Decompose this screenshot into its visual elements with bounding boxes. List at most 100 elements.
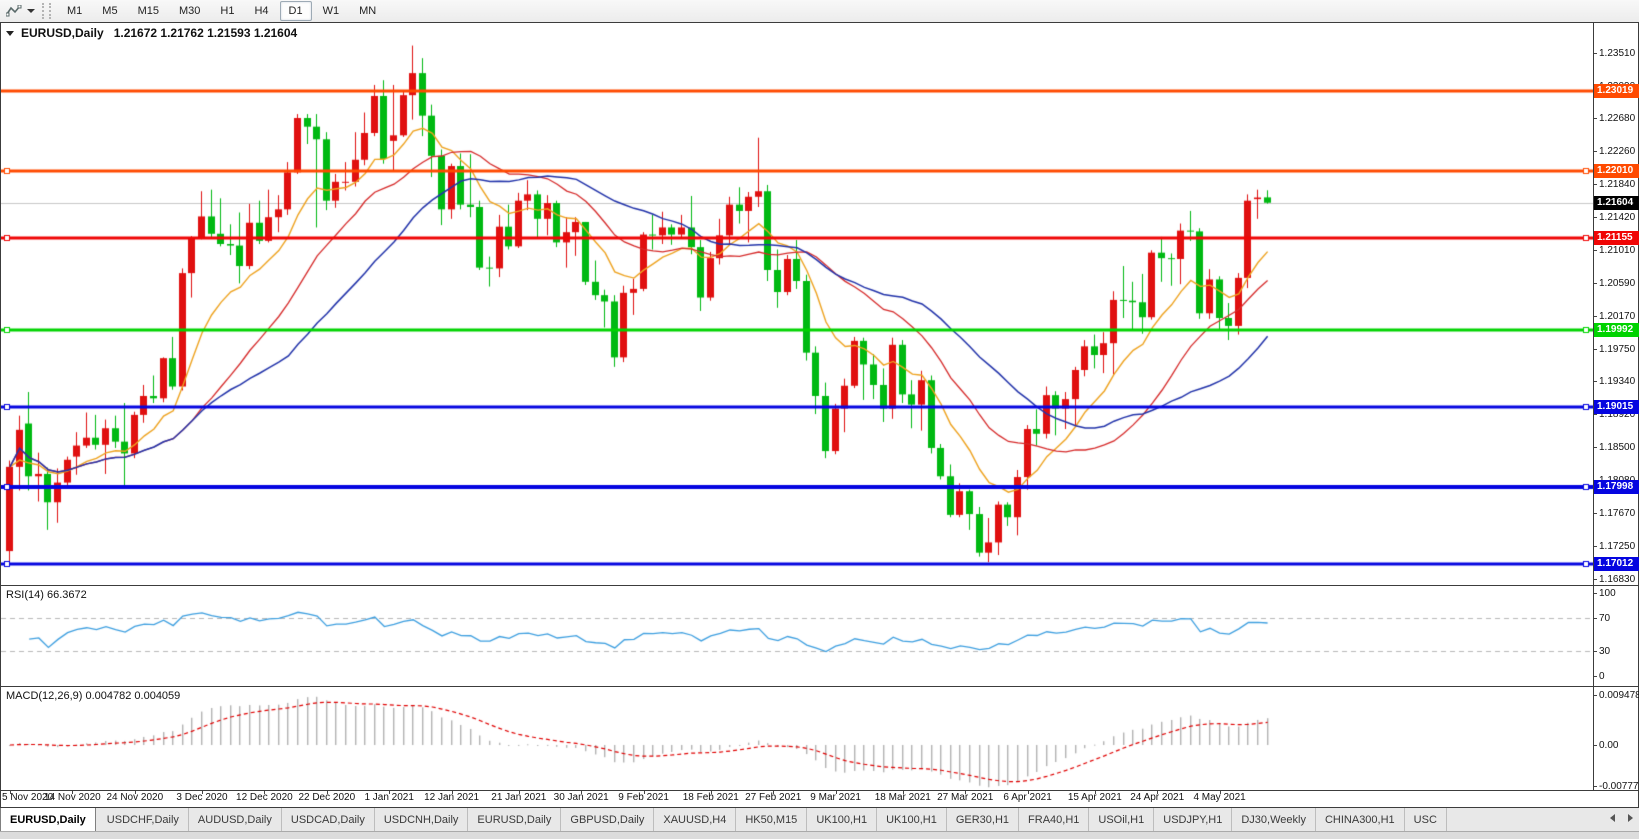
rsi-axis-tick-mark <box>1594 676 1597 677</box>
chart-tab-1[interactable]: USDCHF,Daily <box>98 808 189 832</box>
date-axis-label: 24 Apr 2021 <box>1117 792 1197 803</box>
current-price-tag: 1.21604 <box>1594 196 1639 210</box>
chart-tool-icon[interactable] <box>4 3 24 19</box>
collapse-caret-icon[interactable] <box>6 31 14 36</box>
price-axis-tick: 1.18500 <box>1599 442 1635 453</box>
price-axis-tick-mark <box>1594 151 1597 152</box>
price-line-tag-1.17012: 1.17012 <box>1594 557 1639 571</box>
timeframe-buttons: M1M5M15M30H1H4D1W1MN <box>57 1 386 21</box>
timeframe-button-h4[interactable]: H4 <box>245 1 277 21</box>
chart-tab-13[interactable]: USOil,H1 <box>1089 808 1154 832</box>
price-axis-tick: 1.22680 <box>1599 113 1635 124</box>
chart-tab-5[interactable]: EURUSD,Daily <box>468 808 561 832</box>
chart-tab-9[interactable]: UK100,H1 <box>807 808 877 832</box>
date-axis-tick-mark <box>903 791 904 794</box>
date-axis-label: 30 Jan 2021 <box>541 792 621 803</box>
timeframe-button-mn[interactable]: MN <box>350 1 385 21</box>
date-axis-tick-mark <box>327 791 328 794</box>
chart-tab-10[interactable]: UK100,H1 <box>877 808 947 832</box>
price-axis-tick-mark <box>1594 480 1597 481</box>
date-axis-label: 18 Feb 2021 <box>671 792 751 803</box>
price-axis-tick: 1.18080 <box>1599 475 1635 486</box>
date-axis-label: 9 Mar 2021 <box>796 792 876 803</box>
price-axis-tick-mark <box>1594 250 1597 251</box>
rsi-axis-tick: 30 <box>1599 646 1610 657</box>
date-axis-label: 21 Jan 2021 <box>479 792 559 803</box>
rsi-axis-tick: 0 <box>1599 671 1605 682</box>
timeframe-button-m5[interactable]: M5 <box>93 1 126 21</box>
timeframe-button-w1[interactable]: W1 <box>314 1 349 21</box>
chart-tab-14[interactable]: USDJPY,H1 <box>1154 808 1232 832</box>
date-axis-tick-mark <box>1095 791 1096 794</box>
price-axis-tick: 1.17250 <box>1599 541 1635 552</box>
price-line-tag-1.17998: 1.17998 <box>1594 480 1639 494</box>
chart-tab-4[interactable]: USDCNH,Daily <box>375 808 469 832</box>
macd-canvas[interactable] <box>1 687 1593 790</box>
chart-tab-7[interactable]: XAUUSD,H4 <box>654 808 736 832</box>
chart-tab-2[interactable]: AUDUSD,Daily <box>189 808 282 832</box>
price-axis-tick: 1.23090 <box>1599 81 1635 92</box>
toolbar-grip[interactable] <box>42 3 51 19</box>
price-axis-tick: 1.20170 <box>1599 311 1635 322</box>
price-line-tag-1.23019: 1.23019 <box>1594 84 1639 98</box>
date-axis-label: 12 Jan 2021 <box>412 792 492 803</box>
splitter-macd-dates[interactable] <box>0 790 1639 791</box>
date-axis-tick-mark <box>72 791 73 794</box>
rsi-axis-tick-mark <box>1594 593 1597 594</box>
rsi-axis-tick-mark <box>1594 618 1597 619</box>
tab-scroll-right-icon[interactable] <box>1623 810 1637 826</box>
date-axis-label: 18 Mar 2021 <box>863 792 943 803</box>
date-axis-label: 22 Dec 2020 <box>287 792 367 803</box>
timeframe-button-d1[interactable]: D1 <box>280 1 312 21</box>
chart-tab-17[interactable]: USC <box>1405 808 1447 832</box>
price-line-tag-1.21155: 1.21155 <box>1594 231 1639 245</box>
price-axis-tick-mark <box>1594 86 1597 87</box>
date-axis-label: 15 Apr 2021 <box>1055 792 1135 803</box>
rsi-label: RSI(14) 66.3672 <box>6 589 87 601</box>
bottom-scroll-strip[interactable] <box>0 831 1639 839</box>
chart-tab-0[interactable]: EURUSD,Daily <box>0 808 96 832</box>
dropdown-caret-icon[interactable] <box>27 9 35 13</box>
terminal-window: M1M5M15M30H1H4D1W1MN EURUSD,Daily 1.2167… <box>0 0 1639 839</box>
tab-scroll-left-icon[interactable] <box>1605 810 1619 826</box>
splitter-rsi-macd[interactable] <box>0 686 1639 687</box>
timeframe-button-h1[interactable]: H1 <box>211 1 243 21</box>
macd-axis-tick-mark <box>1594 695 1597 696</box>
date-axis-tick-mark <box>135 791 136 794</box>
timeframe-button-m30[interactable]: M30 <box>170 1 209 21</box>
date-axis-tick-mark <box>10 791 11 794</box>
chart-symbol-title: EURUSD,Daily <box>21 26 104 40</box>
timeframe-button-m15[interactable]: M15 <box>129 1 168 21</box>
rsi-axis-tick-mark <box>1594 651 1597 652</box>
chart-tab-15[interactable]: DJ30,Weekly <box>1232 808 1316 832</box>
price-axis-tick-mark <box>1594 349 1597 350</box>
splitter-main-rsi[interactable] <box>0 585 1639 586</box>
window-border-top <box>0 22 1639 23</box>
date-axis-tick-mark <box>773 791 774 794</box>
main-chart-canvas[interactable] <box>1 24 1593 585</box>
price-axis-tick-mark <box>1594 546 1597 547</box>
date-axis-label: 9 Feb 2021 <box>604 792 684 803</box>
rsi-canvas[interactable] <box>1 587 1593 686</box>
date-axis-label: 12 Dec 2020 <box>224 792 304 803</box>
price-axis-tick-mark <box>1594 283 1597 284</box>
price-axis-border <box>1593 22 1594 790</box>
chart-tab-12[interactable]: FRA40,H1 <box>1019 808 1089 832</box>
chart-tab-3[interactable]: USDCAD,Daily <box>282 808 375 832</box>
date-axis-label: 6 Apr 2021 <box>988 792 1068 803</box>
chart-tab-8[interactable]: HK50,M15 <box>736 808 807 832</box>
chart-tab-6[interactable]: GBPUSD,Daily <box>561 808 654 832</box>
macd-axis-tick-mark <box>1594 745 1597 746</box>
price-axis-tick-mark <box>1594 118 1597 119</box>
timeframe-button-m1[interactable]: M1 <box>58 1 91 21</box>
chart-tab-16[interactable]: CHINA300,H1 <box>1316 808 1405 832</box>
date-axis-tick-mark <box>519 791 520 794</box>
price-axis-tick: 1.23510 <box>1599 48 1635 59</box>
price-axis-tick: 1.21420 <box>1599 212 1635 223</box>
date-axis-tick-mark <box>1220 791 1221 794</box>
chart-tab-11[interactable]: GER30,H1 <box>947 808 1019 832</box>
date-axis-tick-mark <box>452 791 453 794</box>
macd-label: MACD(12,26,9) 0.004782 0.004059 <box>6 690 180 702</box>
date-axis-label: 3 Dec 2020 <box>162 792 242 803</box>
price-axis-tick-mark <box>1594 53 1597 54</box>
